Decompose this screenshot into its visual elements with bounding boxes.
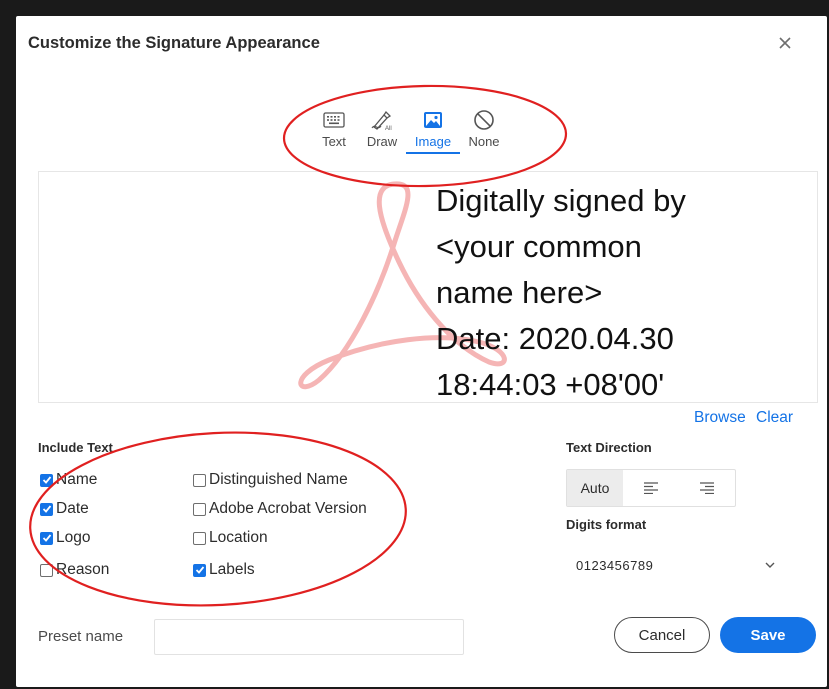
signature-line: name here> [436, 275, 603, 310]
close-button[interactable] [772, 30, 798, 56]
digits-format-title: Digits format [566, 517, 647, 532]
option-label: Logo [56, 529, 91, 546]
preset-name-input[interactable] [154, 619, 464, 655]
tab-text[interactable]: Text [310, 108, 358, 154]
none-icon [472, 108, 496, 132]
cancel-button[interactable]: Cancel [614, 617, 710, 653]
signature-preview: Digitally signed by <your common name he… [38, 171, 818, 403]
signature-line: Date: 2020.04.30 [436, 321, 674, 356]
chevron-down-icon [765, 562, 775, 568]
option-label: Reason [56, 561, 110, 578]
checkbox-location[interactable] [193, 531, 206, 545]
align-right-icon [700, 482, 714, 494]
option-date[interactable]: Date [40, 500, 89, 518]
check-icon [195, 566, 204, 574]
signature-line: <your common [436, 229, 642, 264]
text-direction-title: Text Direction [566, 440, 652, 455]
option-location[interactable]: Location [193, 529, 268, 547]
keyboard-icon [322, 108, 346, 132]
checkbox-date[interactable] [40, 502, 53, 516]
pen-draw-icon: All [370, 108, 394, 132]
checkbox-logo[interactable] [40, 531, 53, 545]
direction-rtl-button[interactable] [679, 470, 735, 506]
tab-label: Draw [366, 134, 398, 149]
checkbox-labels[interactable] [193, 563, 206, 577]
save-button[interactable]: Save [720, 617, 816, 653]
dialog-title: Customize the Signature Appearance [28, 34, 320, 52]
option-label: Date [56, 500, 89, 517]
option-acrobat-version[interactable]: Adobe Acrobat Version [193, 500, 367, 518]
option-distinguished-name[interactable]: Distinguished Name [193, 471, 348, 489]
signature-line: Digitally signed by [436, 183, 686, 218]
preset-name-label: Preset name [38, 628, 124, 645]
checkbox-acrobat-version[interactable] [193, 502, 206, 516]
option-label: Adobe Acrobat Version [209, 500, 367, 517]
option-name[interactable]: Name [40, 471, 97, 489]
signature-text: Digitally signed by <your common name he… [436, 178, 686, 402]
direction-auto-button[interactable]: Auto [567, 470, 623, 506]
browse-link[interactable]: Browse [694, 409, 746, 426]
option-label: Location [209, 529, 268, 546]
clear-link[interactable]: Clear [756, 409, 793, 426]
tab-label: None [468, 134, 500, 149]
option-label: Distinguished Name [209, 471, 348, 488]
close-icon [779, 37, 791, 49]
tab-draw[interactable]: All Draw [358, 108, 406, 154]
option-label: Name [56, 471, 98, 488]
check-icon [42, 505, 51, 513]
option-logo[interactable]: Logo [40, 529, 90, 547]
checkbox-distinguished-name[interactable] [193, 473, 206, 487]
tab-label: Image [414, 134, 452, 149]
option-label: Labels [209, 561, 255, 578]
option-labels[interactable]: Labels [193, 561, 255, 579]
tab-image[interactable]: Image [406, 108, 460, 154]
checkbox-name[interactable] [40, 473, 53, 487]
check-icon [42, 534, 51, 542]
tab-none[interactable]: None [460, 108, 508, 154]
align-left-icon [644, 482, 658, 494]
include-text-title: Include Text [38, 440, 113, 455]
check-icon [42, 476, 51, 484]
checkbox-reason[interactable] [40, 563, 53, 577]
svg-text:All: All [385, 126, 392, 131]
digits-format-value: 0123456789 [576, 557, 654, 573]
digits-format-select[interactable]: 0123456789 [566, 548, 776, 582]
text-direction-group: Auto [566, 469, 736, 507]
tab-label: Text [322, 134, 346, 149]
appearance-tabs: Text All Draw Image None [310, 108, 508, 154]
image-actions: Browse Clear [694, 409, 799, 427]
direction-ltr-button[interactable] [623, 470, 679, 506]
signature-line: 18:44:03 +08'00' [436, 367, 665, 402]
option-reason[interactable]: Reason [40, 561, 109, 579]
image-icon [421, 108, 445, 132]
